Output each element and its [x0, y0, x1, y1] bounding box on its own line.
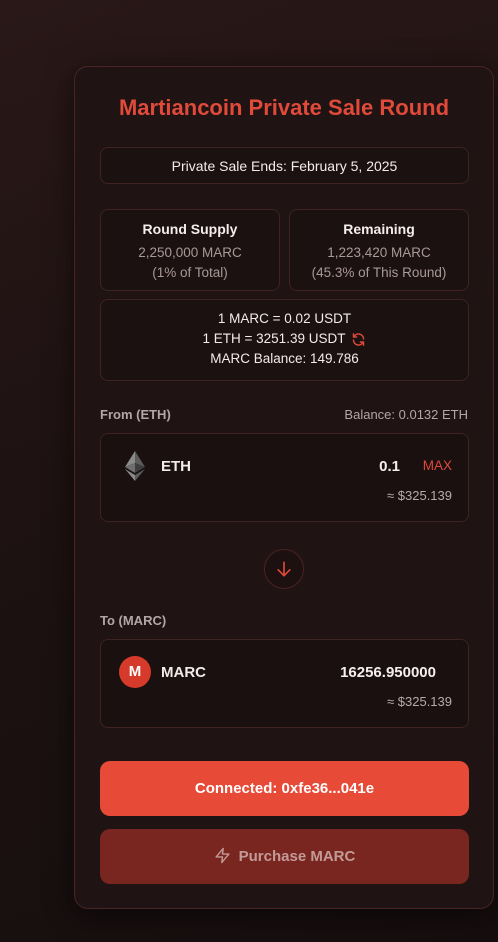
to-label: To (MARC): [100, 613, 167, 628]
to-token-name: MARC: [161, 664, 206, 681]
remaining-label: Remaining: [343, 221, 415, 237]
refresh-icon[interactable]: [351, 332, 366, 347]
arrow-down-icon: [277, 561, 291, 577]
from-token-name: ETH: [161, 458, 191, 475]
from-amount-input[interactable]: 0.1: [379, 458, 400, 475]
round-supply-label: Round Supply: [142, 221, 238, 237]
max-button[interactable]: MAX: [423, 458, 452, 473]
marc-balance: MARC Balance: 149.786: [210, 351, 359, 366]
from-usd-value: ≈ $325.139: [387, 488, 452, 503]
swap-direction-button[interactable]: [264, 549, 304, 589]
round-supply-panel: Round Supply 2,250,000 MARC (1% of Total…: [100, 209, 280, 291]
sale-end-date: Private Sale Ends: February 5, 2025: [100, 147, 469, 184]
from-token-panel: ETH 0.1 MAX ≈ $325.139: [100, 433, 469, 522]
eth-balance: Balance: 0.0132 ETH: [344, 407, 468, 422]
from-label: From (ETH): [100, 407, 171, 422]
lightning-icon: [215, 847, 230, 864]
eth-rate: 1 ETH = 3251.39 USDT: [202, 331, 346, 346]
remaining-panel: Remaining 1,223,420 MARC (45.3% of This …: [289, 209, 469, 291]
purchase-button[interactable]: Purchase MARC: [100, 829, 469, 884]
marc-token-icon: M: [119, 656, 151, 688]
round-supply-note: (1% of Total): [152, 265, 228, 280]
private-sale-card: Martiancoin Private Sale Round Private S…: [74, 66, 494, 909]
ethereum-icon: [119, 450, 151, 482]
marc-rate: 1 MARC = 0.02 USDT: [217, 311, 352, 326]
sale-title: Martiancoin Private Sale Round: [118, 95, 450, 120]
to-token-panel: M MARC 16256.950000 ≈ $325.139: [100, 639, 469, 728]
to-amount: 16256.950000: [340, 664, 436, 681]
purchase-label: Purchase MARC: [238, 848, 356, 865]
remaining-value: 1,223,420 MARC: [327, 245, 431, 260]
connected-wallet-button[interactable]: Connected: 0xfe36...041e: [100, 761, 469, 816]
round-supply-value: 2,250,000 MARC: [138, 245, 242, 260]
rates-panel: 1 MARC = 0.02 USDT 1 ETH = 3251.39 USDT …: [100, 299, 469, 381]
to-usd-value: ≈ $325.139: [387, 694, 452, 709]
eth-rate-row: 1 ETH = 3251.39 USDT: [101, 329, 468, 349]
marc-badge: M: [119, 656, 151, 688]
remaining-note: (45.3% of This Round): [311, 265, 447, 280]
